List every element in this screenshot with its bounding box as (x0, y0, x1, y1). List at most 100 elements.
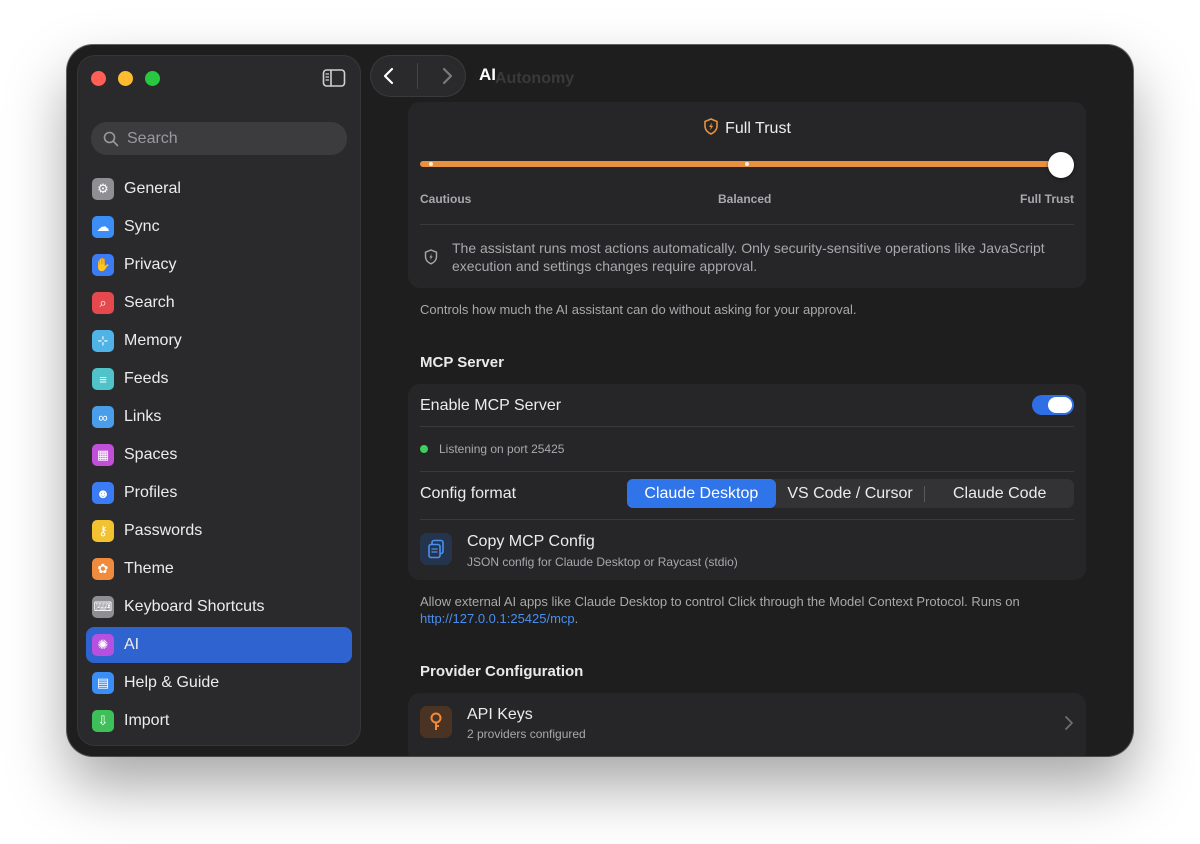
close-button[interactable] (91, 71, 106, 86)
api-keys-title: API Keys (467, 706, 533, 723)
sidebar-item-memory[interactable]: ⊹ Memory (86, 323, 352, 359)
trust-level-value: Full Trust (725, 120, 791, 137)
trust-divider (420, 224, 1074, 225)
page-title: AI (479, 65, 496, 84)
copy-document-icon (428, 539, 444, 559)
profiles-icon: ☻ (92, 482, 114, 504)
sidebar-item-ai[interactable]: ✺ AI (86, 627, 352, 663)
sidebar-item-feeds[interactable]: ≡ Feeds (86, 361, 352, 397)
trust-slider-knob[interactable] (1048, 152, 1074, 178)
sidebar-item-label: Import (124, 712, 170, 729)
mcp-section-title: MCP Server (420, 354, 504, 371)
format-option-claude-code[interactable]: Claude Code (925, 479, 1074, 508)
api-key-icon-tile (420, 706, 452, 738)
mcp-divider-2 (420, 471, 1074, 472)
slider-label-cautious: Cautious (420, 192, 472, 206)
shield-info-icon (424, 249, 438, 265)
history-nav (370, 55, 466, 97)
trust-help-text: Controls how much the AI assistant can d… (420, 302, 857, 317)
sidebar-item-profiles[interactable]: ☻ Profiles (86, 475, 352, 511)
provider-section-title: Provider Configuration (420, 663, 584, 680)
sidebar-item-links[interactable]: ∞ Links (86, 399, 352, 435)
slider-label-full-trust: Full Trust (1020, 192, 1074, 206)
memory-icon: ⊹ (92, 330, 114, 352)
chevron-right-icon (1065, 716, 1073, 730)
sidebar-item-import[interactable]: ⇩ Import (86, 703, 352, 739)
palette-icon: ✿ (92, 558, 114, 580)
sidebar-item-label: Theme (124, 560, 174, 577)
sidebar-toggle-icon[interactable] (322, 68, 346, 88)
ai-icon: ✺ (92, 634, 114, 656)
mcp-server-card: Enable MCP Server Listening on port 2542… (408, 384, 1086, 580)
slider-stop-balanced (745, 162, 749, 166)
sidebar-item-search[interactable]: ⌕ Search (86, 285, 352, 321)
copy-config-subtitle: JSON config for Claude Desktop or Raycas… (467, 555, 738, 569)
sidebar-item-sync[interactable]: ☁ Sync (86, 209, 352, 245)
spaces-icon: ▦ (92, 444, 114, 466)
sidebar-item-label: Spaces (124, 446, 178, 463)
sidebar-item-keyboard-shortcuts[interactable]: ⌨ Keyboard Shortcuts (86, 589, 352, 625)
mcp-url-link[interactable]: http://127.0.0.1:25425/mcp (420, 611, 575, 626)
sidebar-item-privacy[interactable]: ✋ Privacy (86, 247, 352, 283)
gear-icon: ⚙ (92, 178, 114, 200)
mcp-divider-1 (420, 426, 1074, 427)
mcp-help-suffix: . (574, 611, 579, 626)
search-input[interactable]: Search (91, 122, 347, 155)
sidebar-item-label: Search (124, 294, 175, 311)
import-icon: ⇩ (92, 710, 114, 732)
toggle-knob (1048, 397, 1072, 413)
shield-bolt-icon (704, 118, 718, 135)
forward-chevron-icon[interactable] (440, 67, 454, 85)
enable-mcp-label: Enable MCP Server (420, 397, 562, 414)
api-keys-row[interactable]: API Keys 2 providers configured (408, 693, 1086, 756)
sidebar-item-label: Memory (124, 332, 182, 349)
slider-label-balanced: Balanced (718, 192, 772, 206)
sidebar-item-help-guide[interactable]: ▤ Help & Guide (86, 665, 352, 701)
zoom-button[interactable] (145, 71, 160, 86)
sidebar-item-label: Passwords (124, 522, 203, 539)
format-option-vscode-cursor[interactable]: VS Code / Cursor (776, 479, 925, 508)
scrolled-section-title: Autonomy (495, 70, 575, 87)
back-chevron-icon[interactable] (382, 67, 396, 85)
sidebar-item-theme[interactable]: ✿ Theme (86, 551, 352, 587)
status-indicator (420, 445, 428, 453)
key-icon: ⚷ (92, 520, 114, 542)
copy-config-title[interactable]: Copy MCP Config (467, 533, 595, 551)
sidebar-item-label: Feeds (124, 370, 169, 387)
enable-mcp-toggle[interactable] (1032, 395, 1074, 415)
settings-window: Search ⚙ General ☁ Sync ✋ Privacy ⌕ Search ⊹ Memo… (67, 45, 1133, 756)
sidebar-item-general[interactable]: ⚙ General (86, 171, 352, 207)
api-keys-subtitle: 2 providers configured (467, 727, 586, 741)
mcp-divider-3 (420, 519, 1074, 520)
book-icon: ▤ (92, 672, 114, 694)
sidebar-item-label: Profiles (124, 484, 178, 501)
sidebar-nav: ⚙ General ☁ Sync ✋ Privacy ⌕ Search ⊹ Memory ≡ Feed… (86, 171, 352, 741)
mcp-help-text: Allow external AI apps like Claude Deskt… (420, 593, 1080, 627)
sidebar-item-label: AI (124, 636, 140, 653)
mcp-help-prefix: Allow external AI apps like Claude Deskt… (420, 594, 1020, 609)
copy-config-icon-tile[interactable] (420, 533, 452, 565)
mcp-status-text: Listening on port 25425 (439, 442, 565, 456)
slider-stop-cautious (429, 162, 433, 166)
nav-divider (417, 63, 419, 89)
sidebar-item-label: General (124, 180, 181, 197)
config-format-selector: Claude Desktop VS Code / Cursor Claude C… (627, 479, 1074, 508)
search-placeholder: Search (127, 129, 178, 147)
sidebar-item-label: Privacy (124, 256, 177, 273)
sidebar-item-label: Sync (124, 218, 160, 235)
sidebar-item-spaces[interactable]: ▦ Spaces (86, 437, 352, 473)
config-format-label: Config format (420, 485, 517, 502)
trust-slider-track[interactable] (420, 161, 1060, 167)
sidebar-item-passwords[interactable]: ⚷ Passwords (86, 513, 352, 549)
keyboard-icon: ⌨ (92, 596, 114, 618)
search-icon (103, 131, 119, 146)
link-icon: ∞ (92, 406, 114, 428)
trust-level-card: Full Trust Cautious Balanced Full Trust … (408, 102, 1086, 288)
hand-icon: ✋ (92, 254, 114, 276)
window-controls (91, 71, 160, 86)
sidebar: Search ⚙ General ☁ Sync ✋ Privacy ⌕ Search ⊹ Memo… (77, 55, 361, 746)
format-option-claude-desktop[interactable]: Claude Desktop (627, 479, 776, 508)
sidebar-item-label: Links (124, 408, 162, 425)
key-icon (430, 712, 442, 730)
minimize-button[interactable] (118, 71, 133, 86)
